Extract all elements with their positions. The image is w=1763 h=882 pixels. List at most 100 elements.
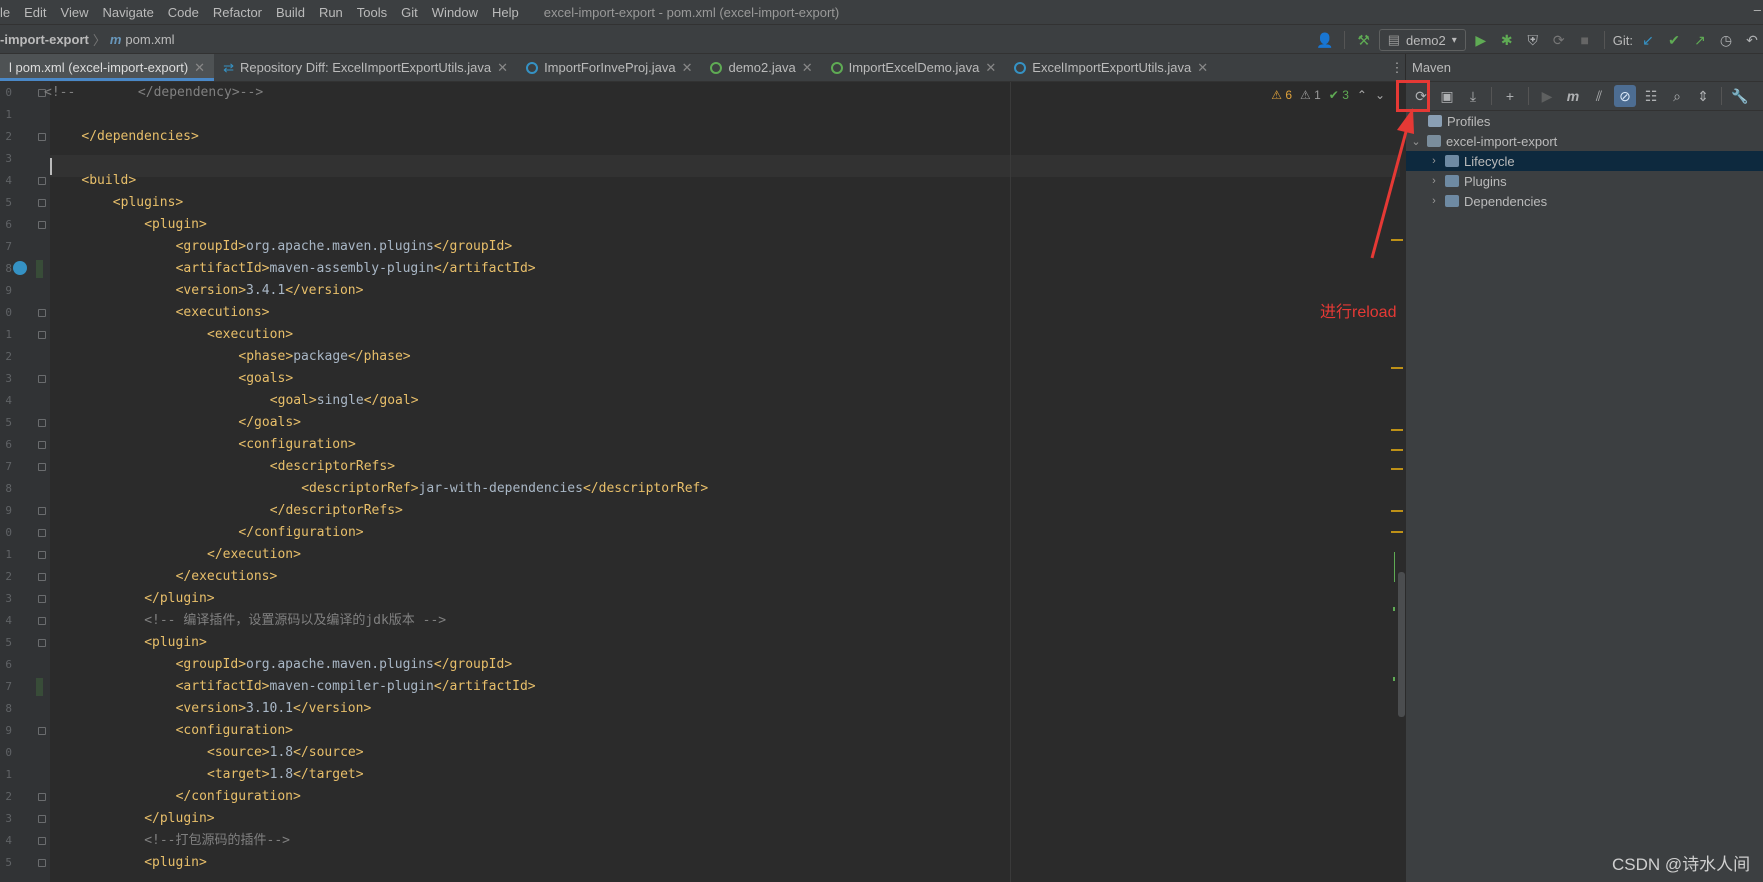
tree-item-lifecycle[interactable]: › Lifecycle (1406, 151, 1763, 171)
tab-repository-diff[interactable]: ⇄ Repository Diff: ExcelImportExportUtil… (214, 54, 517, 81)
code-line[interactable]: <plugin> (144, 852, 207, 874)
git-update-icon[interactable]: ↙ (1637, 29, 1659, 51)
code-line[interactable]: </descriptorRefs> (270, 500, 403, 522)
add-icon[interactable]: + (1499, 85, 1521, 107)
close-icon[interactable]: ✕ (802, 60, 813, 76)
code-line[interactable]: <artifactId>maven-compiler-plugin</artif… (176, 676, 536, 698)
code-line[interactable]: <version>3.10.1</version> (176, 698, 372, 720)
fold-marker-icon[interactable] (38, 595, 46, 603)
generate-sources-icon[interactable]: ▣ (1436, 85, 1458, 107)
toggle-offline-icon[interactable]: ⫽ (1588, 85, 1610, 107)
maven-goal-gutter-icon[interactable] (13, 261, 27, 275)
code-line[interactable]: <configuration> (238, 434, 355, 456)
fold-marker-icon[interactable] (38, 221, 46, 229)
code-line[interactable]: </execution> (207, 544, 301, 566)
code-line[interactable]: <plugin> (144, 214, 207, 236)
next-highlight-icon[interactable]: ⌄ (1375, 88, 1385, 102)
ok-count[interactable]: ✔ 3 (1329, 88, 1349, 102)
warning-stripe[interactable] (1391, 468, 1403, 470)
code-line[interactable]: <goal>single</goal> (270, 390, 419, 412)
fold-marker-icon[interactable] (38, 793, 46, 801)
fold-marker-icon[interactable] (38, 419, 46, 427)
warning-stripe[interactable] (1391, 367, 1403, 369)
minimize-button[interactable]: – (1754, 2, 1761, 17)
warning-stripe[interactable] (1391, 531, 1403, 533)
tab-demo2[interactable]: demo2.java ✕ (701, 54, 821, 81)
code-line[interactable]: <plugins> (113, 192, 183, 214)
code-line[interactable]: <build> (81, 170, 136, 192)
code-line[interactable]: <groupId>org.apache.maven.plugins</group… (176, 654, 513, 676)
tree-item-dependencies[interactable]: › Dependencies (1406, 191, 1763, 211)
profile-icon[interactable]: ⟳ (1548, 29, 1570, 51)
fold-marker-icon[interactable] (38, 573, 46, 581)
close-icon[interactable]: ✕ (497, 60, 508, 76)
history-icon[interactable]: ◷ (1715, 29, 1737, 51)
tab-import-for-inve-proj[interactable]: ImportForInveProj.java ✕ (517, 54, 701, 81)
menu-edit[interactable]: Edit (17, 5, 53, 20)
run-icon[interactable]: ▶ (1470, 29, 1492, 51)
close-icon[interactable]: ✕ (985, 60, 996, 76)
code-line[interactable]: <target>1.8</target> (207, 764, 364, 786)
fold-marker-icon[interactable] (38, 441, 46, 449)
code-line[interactable]: <descriptorRef>jar-with-dependencies</de… (301, 478, 708, 500)
change-stripe[interactable] (1394, 552, 1395, 582)
fold-marker-icon[interactable] (38, 309, 46, 317)
tab-excel-import-export-utils[interactable]: ExcelImportExportUtils.java ✕ (1005, 54, 1217, 81)
run-maven-icon[interactable]: ▶ (1536, 85, 1558, 107)
menu-tools[interactable]: Tools (350, 5, 394, 20)
inspection-widget[interactable]: ⚠ 6 ⚠ 1 ✔ 3 ⌃ ⌄ (1271, 88, 1385, 102)
collapse-all-icon[interactable]: ⇕ (1692, 85, 1714, 107)
coverage-icon[interactable]: ⛨ (1522, 29, 1544, 51)
fold-marker-icon[interactable] (38, 133, 46, 141)
menu-git[interactable]: Git (394, 5, 425, 20)
code-line[interactable]: </executions> (176, 566, 278, 588)
fold-marker-icon[interactable] (38, 551, 46, 559)
chevron-down-icon[interactable]: ⌄ (1410, 135, 1422, 148)
code-line[interactable]: </goals> (238, 412, 301, 434)
debug-icon[interactable]: ✱ (1496, 29, 1518, 51)
fold-marker-icon[interactable] (38, 859, 46, 867)
code-line[interactable]: <configuration> (176, 720, 293, 742)
vcs-change-marker[interactable] (36, 678, 43, 696)
tab-import-excel-demo[interactable]: ImportExcelDemo.java ✕ (822, 54, 1006, 81)
fold-marker-icon[interactable] (38, 507, 46, 515)
tree-item-plugins[interactable]: › Plugins (1406, 171, 1763, 191)
close-icon[interactable]: ✕ (1197, 60, 1208, 76)
settings-icon[interactable]: 🔧 (1729, 85, 1751, 107)
code-line[interactable]: <plugin> (144, 632, 207, 654)
chevron-right-icon[interactable]: › (1428, 155, 1440, 167)
weak-warning-count[interactable]: ⚠ 1 (1300, 88, 1321, 102)
breadcrumb-project[interactable]: -import-export (0, 32, 89, 47)
code-line[interactable]: <!-- </dependency>--> (44, 82, 263, 104)
menu-build[interactable]: Build (269, 5, 312, 20)
code-editor[interactable]: 0 1 2 3 4 5 6 7 8 9 0 1 2 3 4 5 6 7 8 9 0 1 2 3 4 5 6 7 8 9 0 1 2 3 4 5 <!-… (0, 82, 1405, 882)
code-line[interactable]: <groupId>org.apache.maven.plugins</group… (176, 236, 513, 258)
fold-marker-icon[interactable] (38, 331, 46, 339)
menu-file[interactable]: le (0, 5, 17, 20)
run-config-select[interactable]: ▤ demo2 ▾ (1378, 29, 1466, 51)
rollback-icon[interactable]: ↶ (1741, 29, 1763, 51)
fold-marker-icon[interactable] (38, 617, 46, 625)
menu-refactor[interactable]: Refactor (206, 5, 269, 20)
fold-marker-icon[interactable] (38, 529, 46, 537)
fold-marker-icon[interactable] (38, 639, 46, 647)
previous-highlight-icon[interactable]: ⌃ (1357, 88, 1367, 102)
fold-marker-icon[interactable] (38, 177, 46, 185)
code-line[interactable]: <!--打包源码的插件--> (144, 830, 290, 852)
close-icon[interactable]: ✕ (682, 60, 693, 76)
download-icon[interactable]: ⤓ (1462, 85, 1484, 107)
hammer-icon[interactable]: ⚒ (1353, 29, 1375, 51)
code-line[interactable]: </plugin> (144, 808, 214, 830)
change-stripe[interactable] (1393, 607, 1395, 611)
more-tabs-icon[interactable]: ⋮ (1389, 54, 1405, 82)
code-line[interactable]: <descriptorRefs> (270, 456, 395, 478)
code-line[interactable]: </plugin> (144, 588, 214, 610)
tree-item-project[interactable]: ⌄ excel-import-export (1406, 131, 1763, 151)
fold-marker-icon[interactable] (38, 375, 46, 383)
code-line[interactable]: <phase>package</phase> (238, 346, 410, 368)
code-line[interactable]: <version>3.4.1</version> (176, 280, 364, 302)
stop-icon[interactable]: ■ (1574, 29, 1596, 51)
code-line[interactable]: </configuration> (176, 786, 301, 808)
error-stripe[interactable] (1387, 82, 1405, 882)
close-icon[interactable]: ✕ (194, 60, 205, 76)
